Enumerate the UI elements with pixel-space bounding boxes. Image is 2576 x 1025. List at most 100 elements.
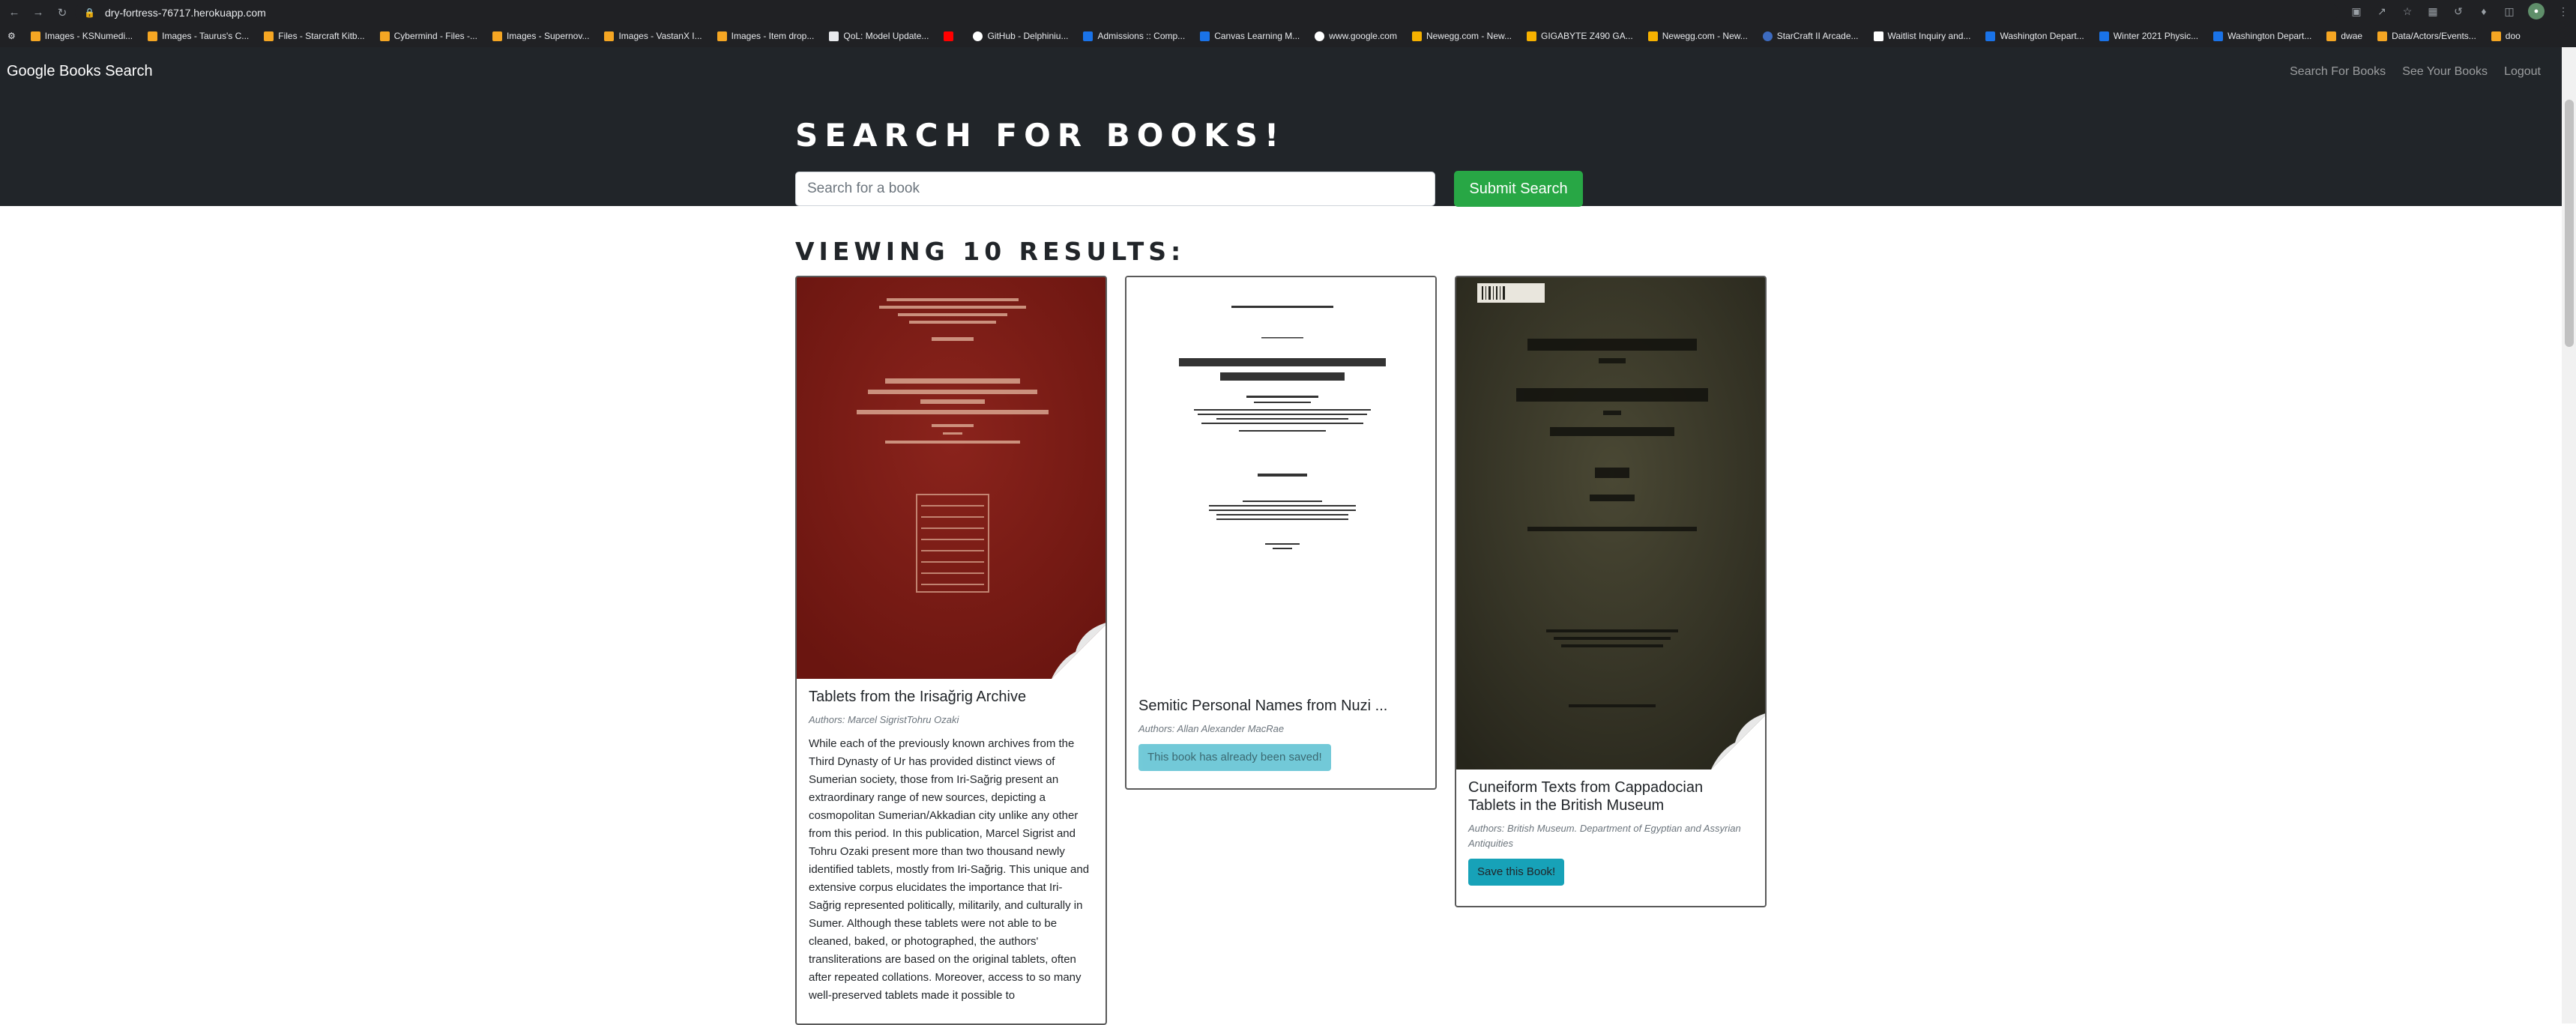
save-book-button[interactable]: Save this Book! bbox=[1468, 859, 1565, 886]
bookmark-item[interactable]: Winter 2021 Physic... bbox=[2099, 31, 2198, 41]
b-icon bbox=[2213, 31, 2224, 41]
nav-logout[interactable]: Logout bbox=[2504, 65, 2541, 79]
bookmark-label: Files - Starcraft Kitb... bbox=[278, 31, 365, 41]
bookmark-item[interactable]: Images - KSNumedi... bbox=[30, 31, 133, 41]
brand-logo[interactable]: Google Books Search bbox=[7, 63, 153, 80]
bookmark-item[interactable]: Images - Item drop... bbox=[717, 31, 815, 41]
bookmark-item[interactable]: Washington Depart... bbox=[1985, 31, 2084, 41]
yt-icon bbox=[944, 31, 954, 41]
browser-actions: ▣ ↗ ☆ ▦ ↺ ♦ ◫ ● ⋮ bbox=[2350, 3, 2570, 19]
address-bar[interactable]: 🔒 dry-fortress-76717.herokuapp.com bbox=[75, 3, 2338, 22]
nav-see-your-books[interactable]: See Your Books bbox=[2402, 65, 2488, 79]
bookmark-item[interactable]: Admissions :: Comp... bbox=[1083, 31, 1185, 41]
apps-icon[interactable]: ⚙ bbox=[7, 31, 16, 41]
book-authors: Authors: Marcel SigristTohru Ozaki bbox=[809, 714, 959, 725]
bookmark-label: www.google.com bbox=[1329, 31, 1397, 41]
bookmark-label: Data/Actors/Events... bbox=[2392, 31, 2476, 41]
puzzle-icon[interactable]: ♦ bbox=[2477, 4, 2491, 18]
bookmarks-bar: ⚙ Images - KSNumedi... Images - Taurus's … bbox=[0, 25, 2576, 48]
bookmark-label: Images - KSNumedi... bbox=[44, 31, 133, 41]
lock-icon: 🔒 bbox=[84, 7, 95, 18]
bookmark-item[interactable]: Images - Supernov... bbox=[492, 31, 590, 41]
bing-icon bbox=[379, 31, 390, 41]
submit-search-button[interactable]: Submit Search bbox=[1454, 171, 1583, 207]
bookmark-label: Images - Supernov... bbox=[506, 31, 590, 41]
bookmark-label: Images - Item drop... bbox=[731, 31, 815, 41]
bing-icon bbox=[717, 31, 727, 41]
bookmark-label: Images - Taurus's C... bbox=[162, 31, 250, 41]
book-cover-image bbox=[1456, 277, 1765, 769]
bookmark-label: Newegg.com - New... bbox=[1426, 31, 1512, 41]
book-cover-image bbox=[797, 277, 1105, 679]
nav-links: Search For Books See Your Books Logout bbox=[2290, 65, 2541, 79]
bookmark-item[interactable]: Cybermind - Files -... bbox=[379, 31, 477, 41]
bookmark-item[interactable]: Data/Actors/Events... bbox=[2377, 31, 2476, 41]
b-icon bbox=[1083, 31, 1094, 41]
book-authors: Authors: British Museum. Department of E… bbox=[1468, 823, 1741, 849]
ne-icon bbox=[1527, 31, 1537, 41]
profile-avatar[interactable]: ● bbox=[2528, 3, 2545, 19]
bookmark-label: Waitlist Inquiry and... bbox=[1887, 31, 1971, 41]
book-authors: Authors: Allan Alexander MacRae bbox=[1138, 723, 1285, 734]
bookmark-item[interactable] bbox=[944, 31, 958, 41]
bookmark-item[interactable]: Newegg.com - New... bbox=[1647, 31, 1748, 41]
bookmark-item[interactable]: GitHub - Delphiniu... bbox=[973, 31, 1068, 41]
bing-icon bbox=[264, 31, 274, 41]
reload-icon[interactable]: ↻ bbox=[52, 3, 72, 22]
bookmark-label: dwae bbox=[2341, 31, 2363, 41]
b-icon bbox=[2099, 31, 2109, 41]
bing-icon bbox=[2491, 31, 2501, 41]
search-input[interactable] bbox=[795, 172, 1435, 206]
book-cover-image bbox=[1126, 277, 1435, 688]
bookmark-item[interactable]: Canvas Learning M... bbox=[1200, 31, 1300, 41]
bookmark-label: GIGABYTE Z490 GA... bbox=[1541, 31, 1633, 41]
gh-icon bbox=[973, 31, 983, 41]
search-hero: Search for Books! Submit Search bbox=[0, 96, 2562, 207]
bookmark-label: Canvas Learning M... bbox=[1214, 31, 1300, 41]
results-heading: Viewing 10 results: bbox=[795, 237, 1186, 266]
book-title: Tablets from the Irisağrig Archive bbox=[809, 689, 1027, 705]
sidebar-icon[interactable]: ◫ bbox=[2503, 4, 2516, 18]
sc-icon bbox=[1762, 31, 1773, 41]
w-icon bbox=[1873, 31, 1883, 41]
star-icon[interactable]: ☆ bbox=[2401, 4, 2414, 18]
book-card: Tablets from the Irisağrig Archive Autho… bbox=[795, 276, 1107, 1025]
install-icon[interactable]: ▣ bbox=[2350, 4, 2363, 18]
b-icon bbox=[1200, 31, 1210, 41]
bing-icon bbox=[148, 31, 158, 41]
bookmark-item[interactable]: QoL: Model Update... bbox=[829, 31, 929, 41]
bookmark-item[interactable]: Files - Starcraft Kitb... bbox=[264, 31, 365, 41]
bookmark-item[interactable]: doo bbox=[2491, 31, 2521, 41]
bookmark-item[interactable]: Waitlist Inquiry and... bbox=[1873, 31, 1971, 41]
bookmark-item[interactable]: GIGABYTE Z490 GA... bbox=[1527, 31, 1633, 41]
extension-icon[interactable]: ▦ bbox=[2426, 4, 2440, 18]
book-card: Semitic Personal Names from Nuzi ... Aut… bbox=[1125, 276, 1437, 790]
bookmark-item[interactable]: dwae bbox=[2326, 31, 2362, 41]
bookmark-label: Cybermind - Files -... bbox=[393, 31, 477, 41]
bookmark-item[interactable]: Images - Taurus's C... bbox=[148, 31, 249, 41]
book-card-body: Semitic Personal Names from Nuzi ... Aut… bbox=[1126, 688, 1435, 781]
bookmark-item[interactable]: Images - VastanX I... bbox=[604, 31, 702, 41]
bookmark-label: GitHub - Delphiniu... bbox=[987, 31, 1069, 41]
bookmark-label: Washington Depart... bbox=[2227, 31, 2312, 41]
bookmark-item[interactable]: StarCraft II Arcade... bbox=[1762, 31, 1859, 41]
bookmark-item[interactable]: Washington Depart... bbox=[2213, 31, 2311, 41]
forward-icon[interactable]: → bbox=[28, 3, 48, 22]
bookmark-item[interactable]: Newegg.com - New... bbox=[1411, 31, 1512, 41]
page-scrollbar[interactable] bbox=[2562, 47, 2576, 1024]
already-saved-button[interactable]: This book has already been saved! bbox=[1138, 744, 1331, 771]
menu-icon[interactable]: ⋮ bbox=[2557, 4, 2570, 18]
book-card: Cuneiform Texts from Cappadocian Tablets… bbox=[1455, 276, 1767, 907]
share-icon[interactable]: ↗ bbox=[2375, 4, 2389, 18]
bookmark-label: Admissions :: Comp... bbox=[1097, 31, 1186, 41]
browser-toolbar: ← → ↻ 🔒 dry-fortress-76717.herokuapp.com… bbox=[0, 0, 2576, 25]
scrollbar-thumb[interactable] bbox=[2565, 100, 2574, 347]
bing-icon bbox=[30, 31, 40, 41]
bookmark-label: doo bbox=[2505, 31, 2521, 41]
bookmark-item[interactable]: www.google.com bbox=[1315, 31, 1397, 41]
nav-search-books[interactable]: Search For Books bbox=[2290, 65, 2386, 79]
bookmark-label: Winter 2021 Physic... bbox=[2113, 31, 2199, 41]
history-icon[interactable]: ↺ bbox=[2452, 4, 2465, 18]
back-icon[interactable]: ← bbox=[4, 3, 24, 22]
book-title: Semitic Personal Names from Nuzi ... bbox=[1138, 698, 1388, 714]
